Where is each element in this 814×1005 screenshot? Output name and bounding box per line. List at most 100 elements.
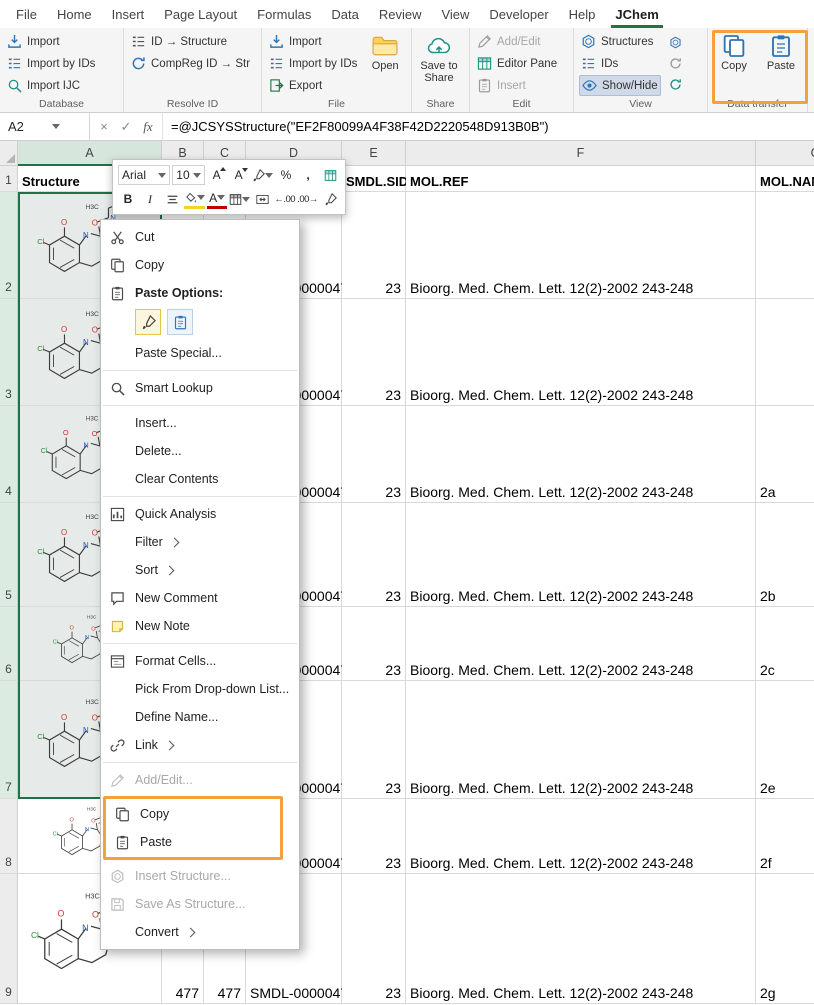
file-import-button[interactable]: Import: [267, 31, 359, 52]
cell-e1[interactable]: SMDL.SID: [342, 166, 406, 192]
structure-tools-button[interactable]: [666, 33, 686, 51]
menu-item-new-comment[interactable]: New Comment: [101, 584, 226, 612]
menu-item-pick-from-list[interactable]: Pick From Drop-down List...: [101, 675, 297, 703]
cell-e5[interactable]: 23: [342, 503, 406, 607]
tab-help[interactable]: Help: [559, 0, 606, 28]
row-header-7[interactable]: 7: [0, 681, 18, 799]
cell-f1[interactable]: MOL.REF: [406, 166, 756, 192]
row-header-4[interactable]: 4: [0, 406, 18, 503]
export-button[interactable]: Export: [267, 75, 359, 96]
comma-style-button[interactable]: ,: [298, 165, 318, 185]
cell-g6[interactable]: 2c: [756, 607, 814, 681]
id-to-structure-button[interactable]: ID → Structure: [129, 31, 252, 52]
align-button[interactable]: [162, 189, 182, 209]
menu-item-clear-contents[interactable]: Clear Contents: [101, 465, 226, 493]
compreg-id-button[interactable]: CompReg ID → Str: [129, 53, 252, 74]
cell-f4[interactable]: Bioorg. Med. Chem. Lett. 12(2)-2002 243-…: [406, 406, 756, 503]
cell-e3[interactable]: 23: [342, 299, 406, 406]
increase-decimal-button[interactable]: ←.00: [274, 189, 295, 209]
name-box[interactable]: A2: [0, 113, 90, 140]
shrink-font-button[interactable]: A: [229, 165, 249, 185]
column-header-e[interactable]: E: [342, 141, 406, 166]
format-as-table-button[interactable]: [320, 165, 340, 185]
cell-e9[interactable]: 23: [342, 874, 406, 1004]
menu-item-jchem-paste[interactable]: Paste: [106, 828, 180, 856]
cell-f7[interactable]: Bioorg. Med. Chem. Lett. 12(2)-2002 243-…: [406, 681, 756, 799]
file-import-by-ids-button[interactable]: Import by IDs: [267, 53, 359, 74]
ribbon-paste-button[interactable]: Paste: [760, 31, 802, 97]
editor-pane-button[interactable]: Editor Pane: [475, 53, 559, 74]
menu-item-define-name[interactable]: Define Name...: [101, 703, 226, 731]
menu-item-format-cells[interactable]: Format Cells...: [101, 647, 224, 675]
cell-e7[interactable]: 23: [342, 681, 406, 799]
row-header-9[interactable]: 9: [0, 874, 18, 1004]
structures-button[interactable]: Structures: [579, 31, 661, 52]
cell-f3[interactable]: Bioorg. Med. Chem. Lett. 12(2)-2002 243-…: [406, 299, 756, 406]
menu-item-delete[interactable]: Delete...: [101, 437, 190, 465]
tab-review[interactable]: Review: [369, 0, 432, 28]
cell-e8[interactable]: 23: [342, 799, 406, 874]
cell-f2[interactable]: Bioorg. Med. Chem. Lett. 12(2)-2002 243-…: [406, 192, 756, 299]
cell-f9[interactable]: Bioorg. Med. Chem. Lett. 12(2)-2002 243-…: [406, 874, 756, 1004]
menu-item-link[interactable]: Link: [101, 731, 183, 759]
cell-f5[interactable]: Bioorg. Med. Chem. Lett. 12(2)-2002 243-…: [406, 503, 756, 607]
cell-e2[interactable]: 23: [342, 192, 406, 299]
row-header-2[interactable]: 2: [0, 192, 18, 299]
tab-developer[interactable]: Developer: [479, 0, 558, 28]
menu-item-convert[interactable]: Convert: [101, 918, 204, 946]
cell-g9[interactable]: 2g: [756, 874, 814, 1004]
tab-jchem[interactable]: JChem: [605, 0, 668, 28]
paste-option-values-button[interactable]: [167, 309, 193, 335]
menu-item-smart-lookup[interactable]: Smart Lookup: [101, 374, 221, 402]
ids-button[interactable]: IDs: [579, 53, 661, 74]
font-size-select[interactable]: 10: [172, 165, 204, 185]
menu-item-sort[interactable]: Sort: [101, 556, 183, 584]
grow-font-button[interactable]: A: [207, 165, 227, 185]
row-header-6[interactable]: 6: [0, 607, 18, 681]
cell-g2[interactable]: [756, 192, 814, 299]
tab-insert[interactable]: Insert: [102, 0, 155, 28]
cell-f8[interactable]: Bioorg. Med. Chem. Lett. 12(2)-2002 243-…: [406, 799, 756, 874]
cell-g3[interactable]: [756, 299, 814, 406]
cancel-button[interactable]: ×: [94, 117, 114, 137]
menu-item-paste-special[interactable]: Paste Special...: [101, 339, 230, 367]
show-hide-button[interactable]: Show/Hide: [579, 75, 661, 96]
insert-function-button[interactable]: fx: [138, 117, 158, 137]
column-header-f[interactable]: F: [406, 141, 756, 166]
import-button[interactable]: Import: [5, 31, 97, 52]
open-button[interactable]: Open: [364, 31, 406, 97]
reset-view-button[interactable]: [666, 54, 686, 72]
row-header-8[interactable]: 8: [0, 799, 18, 874]
fill-color-button[interactable]: [184, 189, 205, 209]
name-box-dropdown-icon[interactable]: [52, 124, 60, 129]
cell-e4[interactable]: 23: [342, 406, 406, 503]
refresh-view-button[interactable]: [666, 75, 686, 93]
menu-item-insert[interactable]: Insert...: [101, 409, 185, 437]
row-header-1[interactable]: 1: [0, 166, 18, 192]
menu-item-cut[interactable]: Cut: [101, 223, 162, 251]
borders-button[interactable]: [229, 189, 250, 209]
cell-g8[interactable]: 2f: [756, 799, 814, 874]
menu-item-jchem-copy[interactable]: Copy: [106, 800, 177, 828]
row-header-5[interactable]: 5: [0, 503, 18, 607]
tab-data[interactable]: Data: [321, 0, 368, 28]
format-painter-button[interactable]: [251, 165, 274, 185]
menu-item-copy[interactable]: Copy: [101, 251, 172, 279]
ribbon-copy-button[interactable]: Copy: [713, 31, 755, 97]
decrease-decimal-button[interactable]: .00→: [297, 189, 318, 209]
merge-button[interactable]: [252, 189, 272, 209]
cell-g1[interactable]: MOL.NAME: [756, 166, 814, 192]
percent-style-button[interactable]: %: [276, 165, 296, 185]
menu-item-quick-analysis[interactable]: Quick Analysis: [101, 500, 224, 528]
tab-home[interactable]: Home: [47, 0, 102, 28]
menu-item-filter[interactable]: Filter: [101, 528, 188, 556]
save-to-share-button[interactable]: Save to Share: [417, 31, 461, 97]
cell-g7[interactable]: 2e: [756, 681, 814, 799]
cell-f6[interactable]: Bioorg. Med. Chem. Lett. 12(2)-2002 243-…: [406, 607, 756, 681]
formula-input[interactable]: =@JCSYSStructure("EF2F80099A4F38F42D2220…: [163, 113, 814, 140]
bold-button[interactable]: B: [118, 189, 138, 209]
font-color-button[interactable]: A: [207, 189, 227, 209]
paste-option-keep-formatting-button[interactable]: [135, 309, 161, 335]
import-by-ids-button[interactable]: Import by IDs: [5, 53, 97, 74]
column-header-g[interactable]: G: [756, 141, 814, 166]
